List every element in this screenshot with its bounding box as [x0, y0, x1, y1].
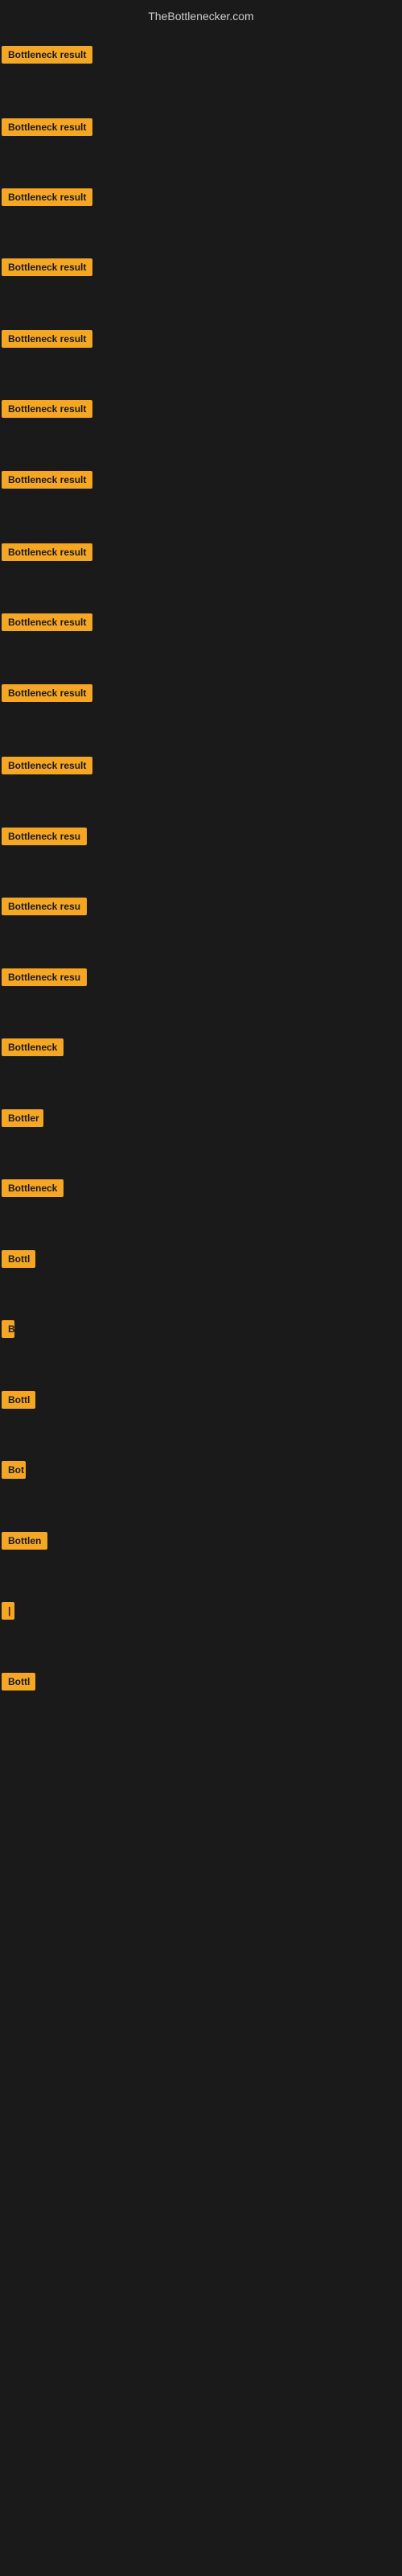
- bottleneck-badge[interactable]: B: [2, 1320, 14, 1338]
- bottleneck-badge[interactable]: Bottleneck result: [2, 757, 92, 774]
- bottleneck-badge-container-22: Bottlen: [2, 1532, 47, 1554]
- bottleneck-badge-container-4: Bottleneck result: [2, 258, 92, 280]
- bottleneck-badge[interactable]: Bottleneck: [2, 1038, 64, 1056]
- bottleneck-badge[interactable]: Bottl: [2, 1391, 35, 1409]
- bottleneck-badge[interactable]: Bottleneck resu: [2, 828, 87, 845]
- bottleneck-badge[interactable]: Bottl: [2, 1673, 35, 1690]
- bottleneck-badge-container-9: Bottleneck result: [2, 613, 92, 635]
- bottleneck-badge[interactable]: Bottler: [2, 1109, 43, 1127]
- bottleneck-badge[interactable]: Bot: [2, 1461, 26, 1479]
- bottleneck-badge-container-10: Bottleneck result: [2, 684, 92, 706]
- bottleneck-badge-container-19: B: [2, 1320, 14, 1342]
- site-title: TheBottlenecker.com: [0, 3, 402, 29]
- bottleneck-badge[interactable]: Bottleneck result: [2, 684, 92, 702]
- bottleneck-badge-container-7: Bottleneck result: [2, 471, 92, 493]
- bottleneck-badge-container-11: Bottleneck result: [2, 757, 92, 778]
- bottleneck-badge-container-18: Bottl: [2, 1250, 35, 1272]
- bottleneck-badge[interactable]: Bottleneck result: [2, 613, 92, 631]
- bottleneck-badge[interactable]: Bottleneck result: [2, 258, 92, 276]
- bottleneck-badge[interactable]: Bottleneck result: [2, 118, 92, 136]
- bottleneck-badge-container-20: Bottl: [2, 1391, 35, 1413]
- bottleneck-badge-container-12: Bottleneck resu: [2, 828, 87, 849]
- bottleneck-badge-container-1: Bottleneck result: [2, 46, 92, 68]
- bottleneck-badge[interactable]: Bottleneck resu: [2, 898, 87, 915]
- bottleneck-badge-container-2: Bottleneck result: [2, 118, 92, 140]
- bottleneck-badge[interactable]: Bottleneck result: [2, 471, 92, 489]
- bottleneck-badge-container-23: |: [2, 1602, 14, 1624]
- bottleneck-badge-container-21: Bot: [2, 1461, 26, 1483]
- bottleneck-badge[interactable]: Bottleneck result: [2, 188, 92, 206]
- bottleneck-badge-container-16: Bottler: [2, 1109, 43, 1131]
- bottleneck-badge[interactable]: Bottleneck result: [2, 46, 92, 64]
- bottleneck-badge[interactable]: Bottlen: [2, 1532, 47, 1550]
- bottleneck-badge-container-5: Bottleneck result: [2, 330, 92, 352]
- bottleneck-badge-container-8: Bottleneck result: [2, 543, 92, 565]
- bottleneck-badge-container-3: Bottleneck result: [2, 188, 92, 210]
- bottleneck-badge-container-6: Bottleneck result: [2, 400, 92, 422]
- bottleneck-badge[interactable]: Bottleneck resu: [2, 968, 87, 986]
- bottleneck-badge-container-24: Bottl: [2, 1673, 35, 1695]
- bottleneck-badge-container-13: Bottleneck resu: [2, 898, 87, 919]
- bottleneck-badge[interactable]: Bottleneck: [2, 1179, 64, 1197]
- bottleneck-badge[interactable]: Bottleneck result: [2, 400, 92, 418]
- bottleneck-badge-container-14: Bottleneck resu: [2, 968, 87, 990]
- bottleneck-badge-container-17: Bottleneck: [2, 1179, 64, 1201]
- bottleneck-badge-container-15: Bottleneck: [2, 1038, 64, 1060]
- bottleneck-badge[interactable]: Bottleneck result: [2, 330, 92, 348]
- bottleneck-badge[interactable]: Bottleneck result: [2, 543, 92, 561]
- bottleneck-badge[interactable]: |: [2, 1602, 14, 1620]
- bottleneck-badge[interactable]: Bottl: [2, 1250, 35, 1268]
